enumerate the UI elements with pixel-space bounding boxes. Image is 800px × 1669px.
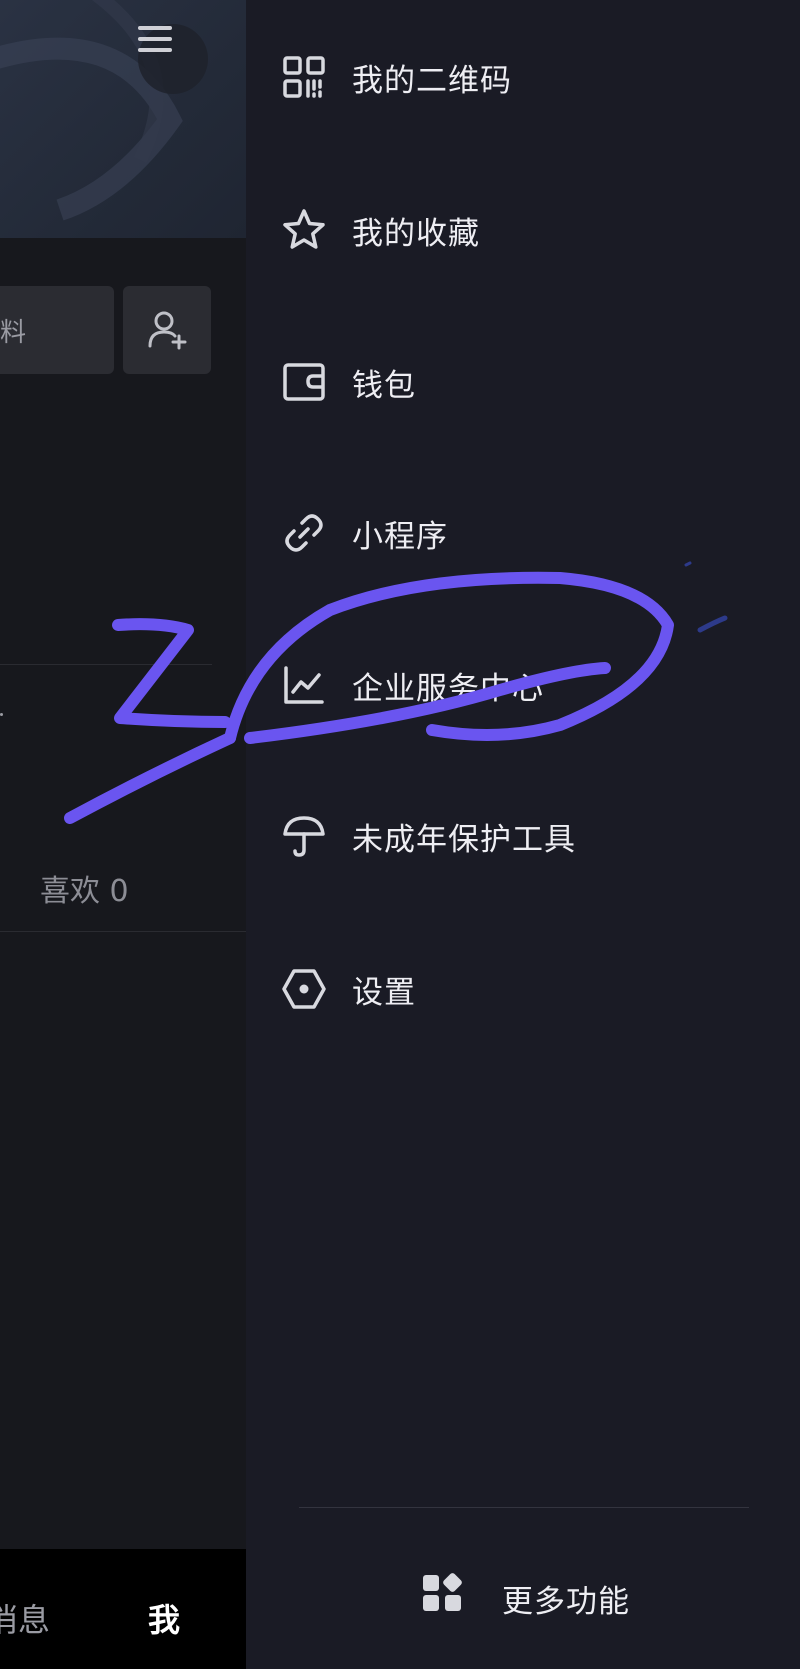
add-friend-button[interactable]: [123, 286, 211, 374]
drawer-item-favorites[interactable]: 我的收藏: [246, 175, 800, 285]
nav-messages[interactable]: 消息: [0, 1595, 50, 1641]
bottom-nav-bar: 消息 我: [0, 1549, 246, 1669]
drawer-item-qr-code[interactable]: 我的二维码: [246, 22, 800, 132]
drawer-item-enterprise-center[interactable]: 企业服务中心: [246, 630, 800, 740]
add-user-icon: [148, 311, 187, 350]
drawer-item-wallet[interactable]: 钱包: [246, 327, 800, 437]
drawer-item-label: 小程序: [352, 518, 448, 555]
link-icon: [282, 511, 326, 555]
wallet-icon: [282, 360, 326, 404]
hexagon-settings-icon: [282, 967, 326, 1011]
umbrella-icon: [282, 814, 326, 858]
more-features-button[interactable]: 更多功能: [246, 1540, 800, 1650]
drawer-divider: [299, 1507, 749, 1508]
drawer-item-label: 我的收藏: [352, 215, 480, 252]
drawer-item-settings[interactable]: 设置: [246, 934, 800, 1044]
tab-divider: [0, 931, 246, 932]
profile-page-background: 料 喜欢 0 消息 我: [0, 0, 246, 1669]
drawer-item-label: 我的二维码: [352, 62, 512, 99]
edit-profile-button[interactable]: 料: [0, 286, 114, 374]
qr-code-icon: [282, 55, 326, 99]
likes-tab[interactable]: 喜欢 0: [40, 866, 129, 910]
drawer-item-label: 钱包: [352, 367, 416, 404]
more-features-label: 更多功能: [502, 1584, 630, 1620]
side-drawer-menu: 我的二维码 我的收藏 钱包 小程序 企业服务中心 未成年保护工具 设置 更多功能: [246, 0, 800, 1669]
drawer-item-mini-programs[interactable]: 小程序: [246, 478, 800, 588]
profile-cover-image: [0, 0, 246, 238]
hamburger-menu-button[interactable]: [138, 24, 208, 94]
nav-me[interactable]: 我: [148, 1595, 180, 1641]
section-divider: [0, 664, 212, 665]
hamburger-icon: [138, 26, 172, 52]
drawer-item-label: 企业服务中心: [352, 670, 544, 707]
dot-mark: [0, 713, 3, 716]
star-icon: [282, 208, 326, 252]
edit-profile-label: 料: [0, 317, 27, 348]
drawer-item-label: 设置: [352, 974, 416, 1011]
drawer-item-label: 未成年保护工具: [352, 821, 576, 858]
drawer-item-minor-protection[interactable]: 未成年保护工具: [246, 781, 800, 891]
line-chart-icon: [282, 663, 326, 707]
apps-grid-icon: [422, 1572, 466, 1616]
